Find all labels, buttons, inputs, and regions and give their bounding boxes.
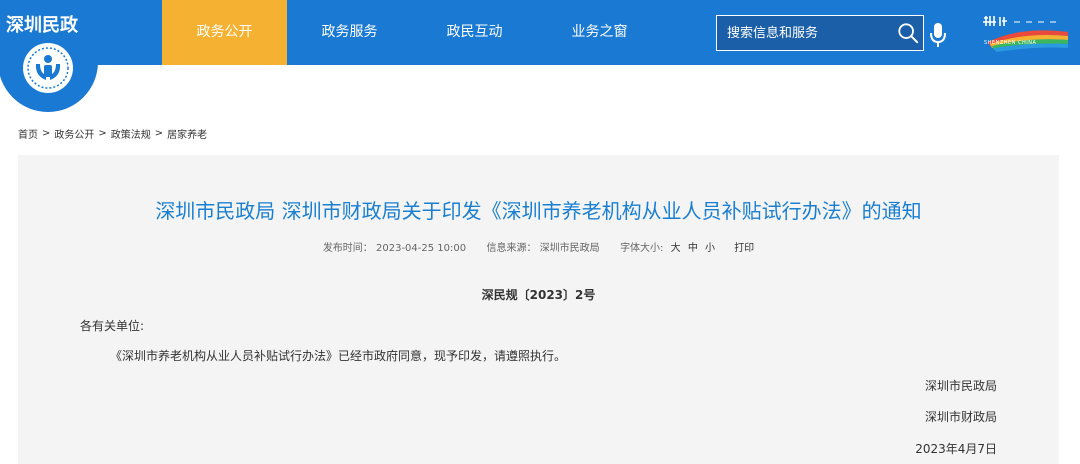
shenzhen-brand-icon xyxy=(983,16,1068,52)
font-size-small-button[interactable]: 小 xyxy=(705,239,715,254)
site-logo[interactable]: 深圳民政 xyxy=(0,0,100,112)
header-bar: 政务公开 政务服务 政民互动 业务之窗 搜索信息和服务 SHENZHEN CHI… xyxy=(0,0,1080,65)
search-input[interactable] xyxy=(717,16,889,50)
search-box xyxy=(716,15,924,51)
article-body: 《深圳市养老机构从业人员补贴试行办法》已经市政府同意，现予印发，请遵照执行。 xyxy=(110,349,567,363)
article-title: 深圳市民政局 深圳市财政局关于印发《深圳市养老机构从业人员补贴试行办法》的通知 xyxy=(155,199,922,223)
nav-item-zhengwu-fuwu[interactable]: 政务服务 xyxy=(287,0,412,65)
civil-affairs-emblem-icon xyxy=(23,43,73,93)
source-label: 信息来源： xyxy=(486,243,537,254)
breadcrumb-zhengce-fagui[interactable]: 政策法规 xyxy=(111,126,151,141)
signatory-finance: 深圳市财政局 xyxy=(924,410,997,424)
article-meta: 发布时间： 2023-04-25 10:00 信息来源： 深圳市民政局 字体大小… xyxy=(18,239,1059,254)
font-size-label: 字体大小: xyxy=(620,243,664,254)
microphone-icon[interactable] xyxy=(929,22,947,48)
document-date: 2023年4月7日 xyxy=(915,442,997,456)
breadcrumb-separator: > xyxy=(98,127,107,139)
source: 深圳市民政局 xyxy=(539,243,600,254)
shenzhen-brand-logo: SHENZHEN CHINA xyxy=(980,12,1072,56)
print-button[interactable]: 打印 xyxy=(734,239,754,254)
breadcrumb-home[interactable]: 首页 xyxy=(18,126,38,141)
breadcrumb-separator: > xyxy=(154,127,164,139)
salutation: 各有关单位: xyxy=(80,319,145,333)
font-size-large-button[interactable]: 大 xyxy=(671,239,681,254)
font-size-medium-button[interactable]: 中 xyxy=(688,239,698,254)
article-panel: 深圳市民政局 深圳市财政局关于印发《深圳市养老机构从业人员补贴试行办法》的通知 … xyxy=(18,155,1059,464)
logo-text: 深圳民政 xyxy=(6,15,78,36)
search-icon[interactable] xyxy=(897,22,919,44)
breadcrumb: 首页 > 政务公开 > 政策法规 > 居家养老 xyxy=(18,125,207,141)
nav-item-zhengwu-gongkai[interactable]: 政务公开 xyxy=(162,0,287,65)
publish-time: 2023-04-25 10:00 xyxy=(376,243,467,254)
breadcrumb-zhengwu-gongkai[interactable]: 政务公开 xyxy=(54,126,94,141)
page: 政务公开 政务服务 政民互动 业务之窗 搜索信息和服务 SHENZHEN CHI… xyxy=(0,0,1080,464)
nav-item-yewu-zhichuang[interactable]: 业务之窗 xyxy=(537,0,662,65)
document-number: 深民规〔2023〕2号 xyxy=(481,288,596,302)
brand-caption: SHENZHEN CHINA xyxy=(984,40,1037,46)
main-nav: 政务公开 政务服务 政民互动 业务之窗 xyxy=(162,0,662,65)
nav-item-zhengmin-hudong[interactable]: 政民互动 xyxy=(412,0,537,65)
signatory-civil-affairs: 深圳市民政局 xyxy=(924,379,997,393)
breadcrumb-jujia-yanglao[interactable]: 居家养老 xyxy=(167,126,207,141)
breadcrumb-separator: > xyxy=(42,127,51,139)
publish-time-label: 发布时间： xyxy=(322,243,373,254)
